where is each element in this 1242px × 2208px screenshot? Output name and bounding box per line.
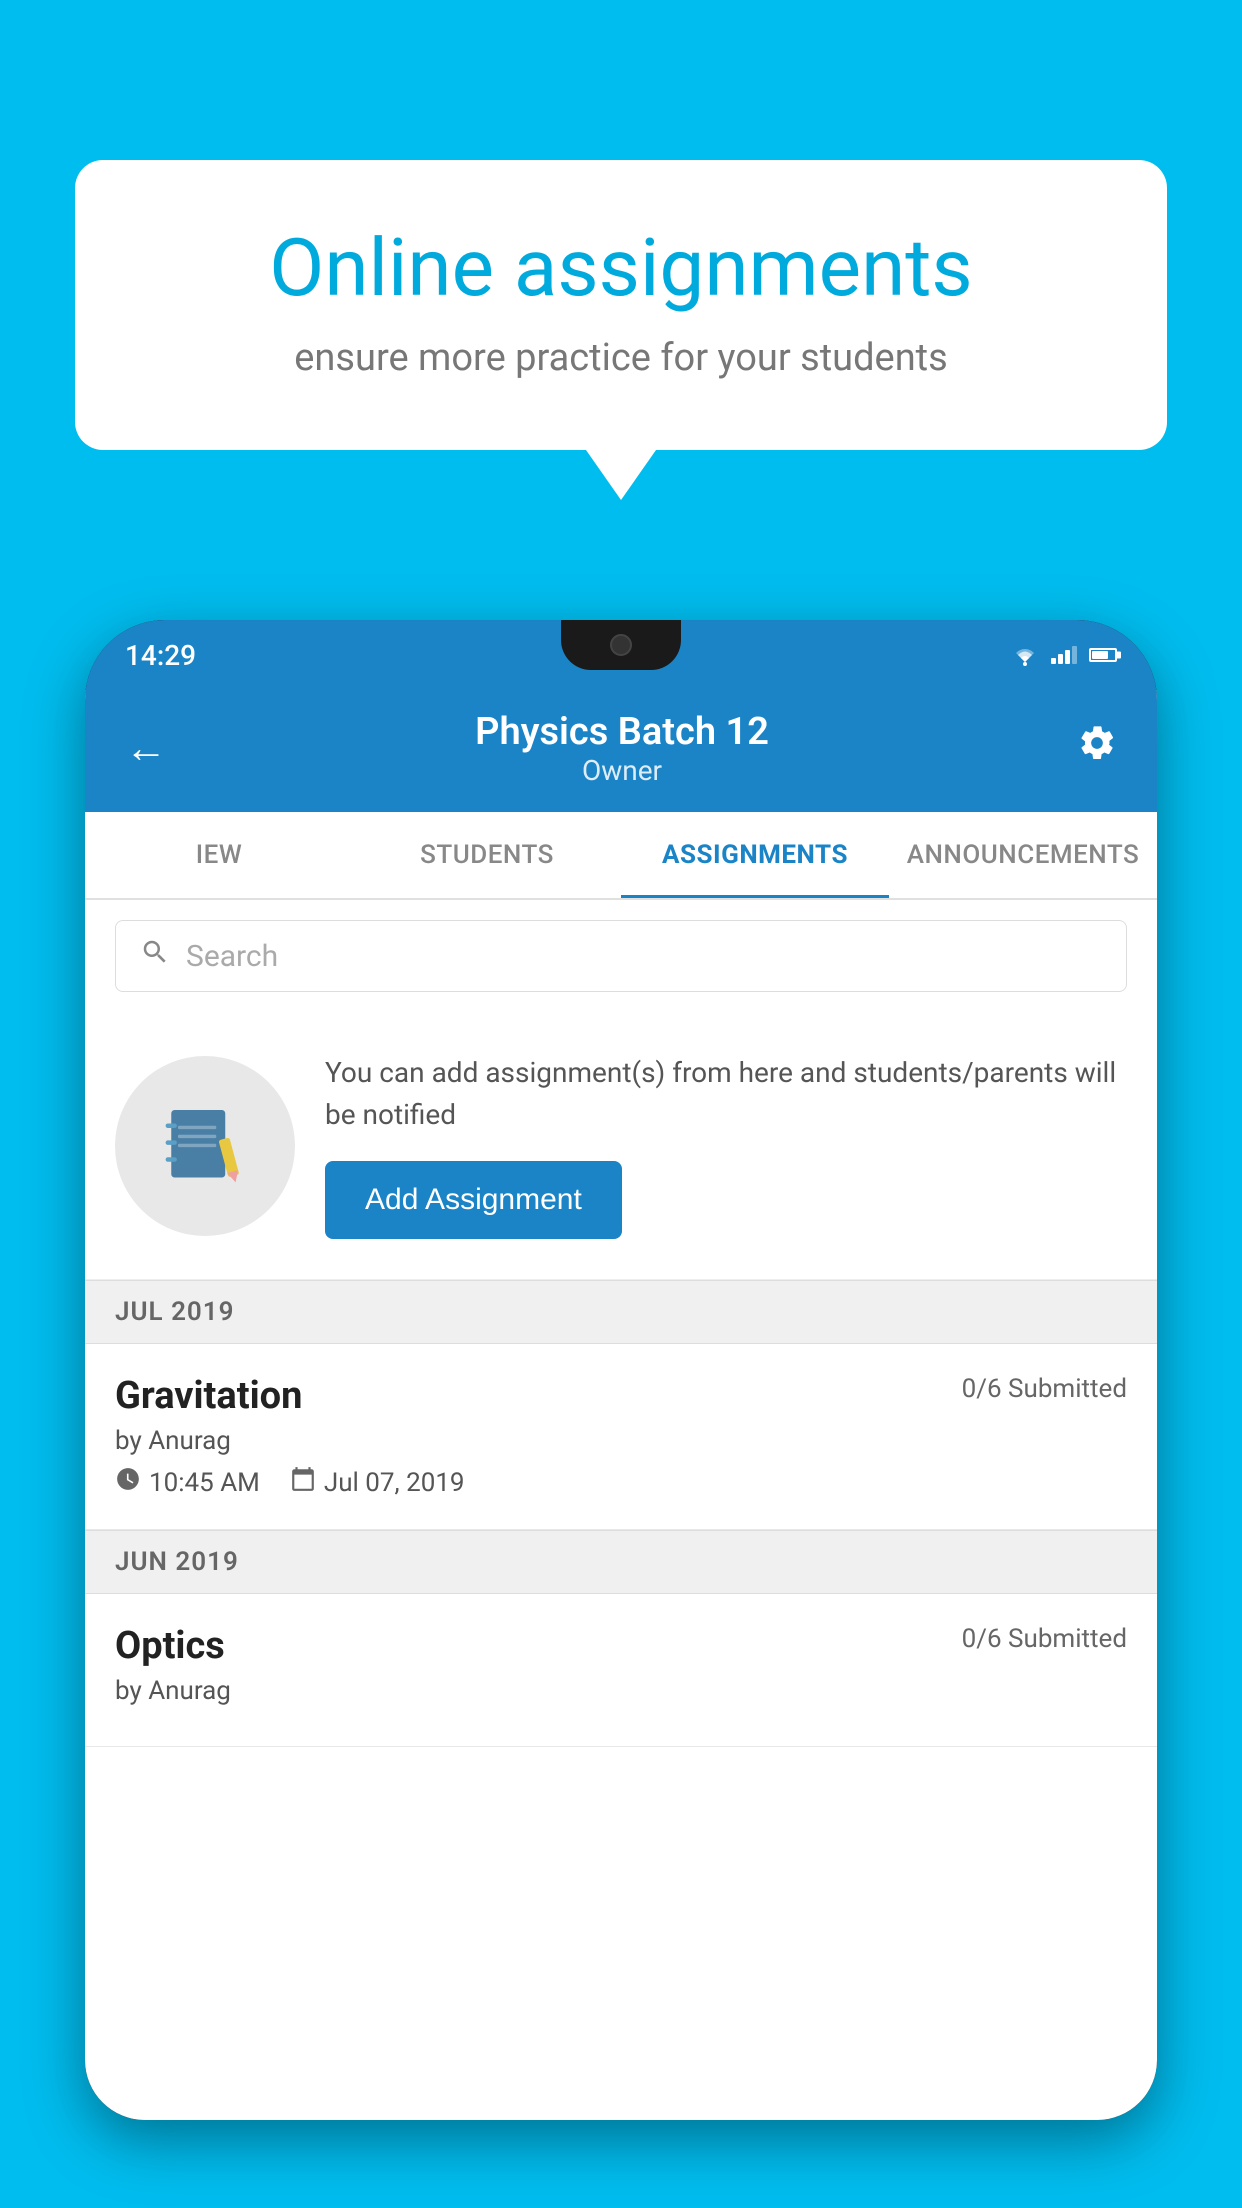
assignment-meta: 10:45 AM Jul 07, 2019 xyxy=(115,1466,1127,1499)
gear-icon xyxy=(1077,723,1117,763)
optics-title: Optics xyxy=(115,1624,225,1668)
promo-text-section: You can add assignment(s) from here and … xyxy=(325,1052,1127,1239)
battery-icon xyxy=(1089,648,1117,662)
calendar-icon xyxy=(290,1466,316,1499)
header-subtitle: Owner xyxy=(475,754,769,787)
assignment-time-value: 10:45 AM xyxy=(149,1468,260,1498)
page-background: Online assignments ensure more practice … xyxy=(0,0,1242,2208)
promo-description: You can add assignment(s) from here and … xyxy=(325,1052,1127,1136)
assignment-title: Gravitation xyxy=(115,1374,302,1418)
phone-notch xyxy=(561,620,681,670)
assignment-item-optics[interactable]: Optics 0/6 Submitted by Anurag xyxy=(85,1594,1157,1747)
section-header-jun: JUN 2019 xyxy=(85,1530,1157,1594)
optics-header-row: Optics 0/6 Submitted xyxy=(115,1624,1127,1668)
speech-bubble-subtitle: ensure more practice for your students xyxy=(155,336,1087,380)
assignment-header-row: Gravitation 0/6 Submitted xyxy=(115,1374,1127,1418)
status-time: 14:29 xyxy=(125,639,196,672)
notebook-icon xyxy=(160,1101,250,1191)
settings-button[interactable] xyxy=(1077,723,1117,774)
status-icons xyxy=(1011,644,1117,666)
search-container: Search xyxy=(85,900,1157,1012)
assignment-promo: You can add assignment(s) from here and … xyxy=(85,1012,1157,1280)
phone-container: 14:29 xyxy=(85,620,1157,2208)
app-screen: ← Physics Batch 12 Owner IEW xyxy=(85,690,1157,2120)
assignment-submitted: 0/6 Submitted xyxy=(962,1374,1127,1404)
header-title: Physics Batch 12 xyxy=(475,710,769,754)
speech-bubble-arrow xyxy=(586,450,656,500)
assignment-date-value: Jul 07, 2019 xyxy=(324,1468,465,1498)
search-placeholder: Search xyxy=(186,939,278,974)
app-header: ← Physics Batch 12 Owner xyxy=(85,690,1157,812)
add-assignment-button[interactable]: Add Assignment xyxy=(325,1161,622,1239)
clock-icon xyxy=(115,1466,141,1499)
tab-assignments[interactable]: ASSIGNMENTS xyxy=(621,812,889,898)
signal-icon xyxy=(1051,646,1077,664)
tabs-container: IEW STUDENTS ASSIGNMENTS ANNOUNCEMENTS xyxy=(85,812,1157,900)
speech-bubble-container: Online assignments ensure more practice … xyxy=(75,160,1167,500)
assignment-item-gravitation[interactable]: Gravitation 0/6 Submitted by Anurag 10:4… xyxy=(85,1344,1157,1530)
header-title-section: Physics Batch 12 Owner xyxy=(475,710,769,787)
assignment-by: by Anurag xyxy=(115,1426,1127,1456)
tab-announcements[interactable]: ANNOUNCEMENTS xyxy=(889,812,1157,898)
tab-iew[interactable]: IEW xyxy=(85,812,353,898)
optics-submitted: 0/6 Submitted xyxy=(962,1624,1127,1654)
search-icon xyxy=(140,937,170,975)
front-camera xyxy=(610,634,632,656)
wifi-icon xyxy=(1011,644,1039,666)
section-header-jul: JUL 2019 xyxy=(85,1280,1157,1344)
promo-icon-circle xyxy=(115,1056,295,1236)
phone-frame: 14:29 xyxy=(85,620,1157,2120)
assignment-date: Jul 07, 2019 xyxy=(290,1466,465,1499)
speech-bubble-title: Online assignments xyxy=(155,220,1087,316)
speech-bubble: Online assignments ensure more practice … xyxy=(75,160,1167,450)
back-button[interactable]: ← xyxy=(125,724,167,773)
status-bar: 14:29 xyxy=(85,620,1157,690)
tab-students[interactable]: STUDENTS xyxy=(353,812,621,898)
assignment-time: 10:45 AM xyxy=(115,1466,260,1499)
search-input-wrapper[interactable]: Search xyxy=(115,920,1127,992)
optics-by: by Anurag xyxy=(115,1676,1127,1706)
